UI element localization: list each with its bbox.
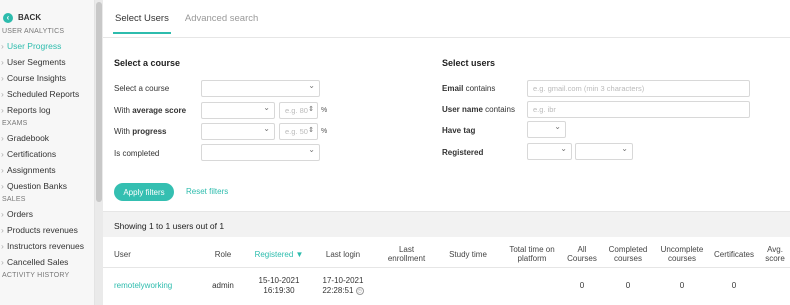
sidebar-scrollbar-thumb[interactable]	[96, 2, 102, 202]
avg-score-percent: %	[321, 107, 328, 114]
user-filter-title: Select users	[442, 58, 496, 68]
back-arrow-icon: ‹	[3, 12, 13, 23]
is-completed-select[interactable]	[201, 144, 320, 161]
progress-percent: %	[321, 128, 328, 135]
avg-score-label: With average score	[114, 106, 187, 115]
col-user[interactable]: User	[114, 250, 131, 259]
sidebar-item-course-insights[interactable]: Course Insights	[0, 70, 94, 86]
apply-filters-button[interactable]: Apply filters	[114, 183, 174, 201]
avg-score-input[interactable]: e.g. 80	[279, 102, 318, 119]
sidebar-item-question-banks[interactable]: Question Banks	[0, 178, 94, 194]
cell-registered: 15-10-2021 16:19:30	[258, 276, 300, 295]
section-exams: EXAMS	[2, 120, 28, 127]
table-header-divider	[103, 267, 790, 268]
col-registered[interactable]: Registered ▼	[251, 250, 307, 259]
col-study-time[interactable]: Study time	[443, 250, 493, 259]
sidebar-item-instructors-revenues[interactable]: Instructors revenues	[0, 238, 94, 254]
back-label: BACK	[18, 13, 42, 22]
cell-certificates: 0	[731, 281, 737, 290]
results-summary: Showing 1 to 1 users out of 1	[103, 211, 790, 237]
tab-advanced-search[interactable]: Advanced search	[185, 13, 258, 34]
sidebar-item-gradebook[interactable]: Gradebook	[0, 130, 94, 146]
reset-filters-link[interactable]: Reset filters	[186, 187, 228, 196]
progress-input[interactable]: e.g. 50	[279, 123, 318, 140]
course-filter-title: Select a course	[114, 58, 181, 68]
cell-all-courses: 0	[579, 281, 585, 290]
col-all-courses[interactable]: All Courses	[563, 245, 601, 263]
registered-operator-select[interactable]	[527, 143, 572, 160]
sidebar-item-cancelled-sales[interactable]: Cancelled Sales	[0, 254, 94, 270]
sidebar-item-scheduled-reports[interactable]: Scheduled Reports	[0, 86, 94, 102]
col-last-login[interactable]: Last login	[318, 250, 368, 259]
col-role[interactable]: Role	[207, 250, 239, 259]
avg-score-operator-select[interactable]	[201, 102, 275, 119]
section-user-analytics: USER ANALYTICS	[2, 28, 65, 35]
sidebar-item-reports-log[interactable]: Reports log	[0, 102, 94, 118]
tab-select-users[interactable]: Select Users	[113, 13, 171, 34]
cell-last-login: 17-10-2021 22:28:51 ◷	[322, 276, 364, 295]
back-button[interactable]: ‹ BACK	[0, 0, 94, 26]
section-activity-history: ACTIVITY HISTORY	[2, 272, 70, 279]
main-panel: Select Users Advanced search Select a co…	[103, 0, 790, 305]
sidebar: ‹ BACK USER ANALYTICS User Progress User…	[0, 0, 95, 305]
registered-label: Registered	[442, 148, 484, 157]
tab-divider	[103, 37, 790, 38]
sidebar-item-user-progress[interactable]: User Progress	[0, 38, 94, 54]
sidebar-item-assignments[interactable]: Assignments	[0, 162, 94, 178]
section-sales: SALES	[2, 196, 26, 203]
cell-uncomplete-courses: 0	[679, 281, 685, 290]
username-label: User name contains	[442, 105, 515, 114]
col-last-enrollment[interactable]: Last enrollment	[379, 245, 434, 263]
col-completed-courses[interactable]: Completed courses	[603, 245, 653, 263]
user-link[interactable]: remotelyworking	[114, 281, 172, 291]
sidebar-item-products-revenues[interactable]: Products revenues	[0, 222, 94, 238]
have-tag-label: Have tag	[442, 126, 476, 135]
progress-label: With progress	[114, 127, 167, 136]
registered-date-select[interactable]	[575, 143, 633, 160]
col-certificates[interactable]: Certificates	[709, 250, 759, 259]
is-completed-label: Is completed	[114, 149, 160, 158]
progress-operator-select[interactable]	[201, 123, 275, 140]
cell-role: admin	[212, 281, 234, 290]
email-label: Email contains	[442, 84, 496, 93]
clock-icon[interactable]: ◷	[355, 286, 364, 295]
col-avg-score[interactable]: Avg. score	[760, 245, 790, 263]
select-course-label: Select a course	[114, 84, 170, 93]
col-uncomplete-courses[interactable]: Uncomplete courses	[654, 245, 710, 263]
cell-completed-courses: 0	[625, 281, 631, 290]
tab-bar: Select Users Advanced search	[113, 13, 258, 34]
col-total-time[interactable]: Total time on platform	[501, 245, 563, 263]
email-input[interactable]: e.g. gmail.com (min 3 characters)	[527, 80, 750, 97]
tag-select[interactable]	[527, 121, 566, 138]
course-select[interactable]	[201, 80, 320, 97]
sidebar-item-orders[interactable]: Orders	[0, 206, 94, 222]
username-input[interactable]: e.g. ibr	[527, 101, 750, 118]
sidebar-item-user-segments[interactable]: User Segments	[0, 54, 94, 70]
sidebar-item-certifications[interactable]: Certifications	[0, 146, 94, 162]
